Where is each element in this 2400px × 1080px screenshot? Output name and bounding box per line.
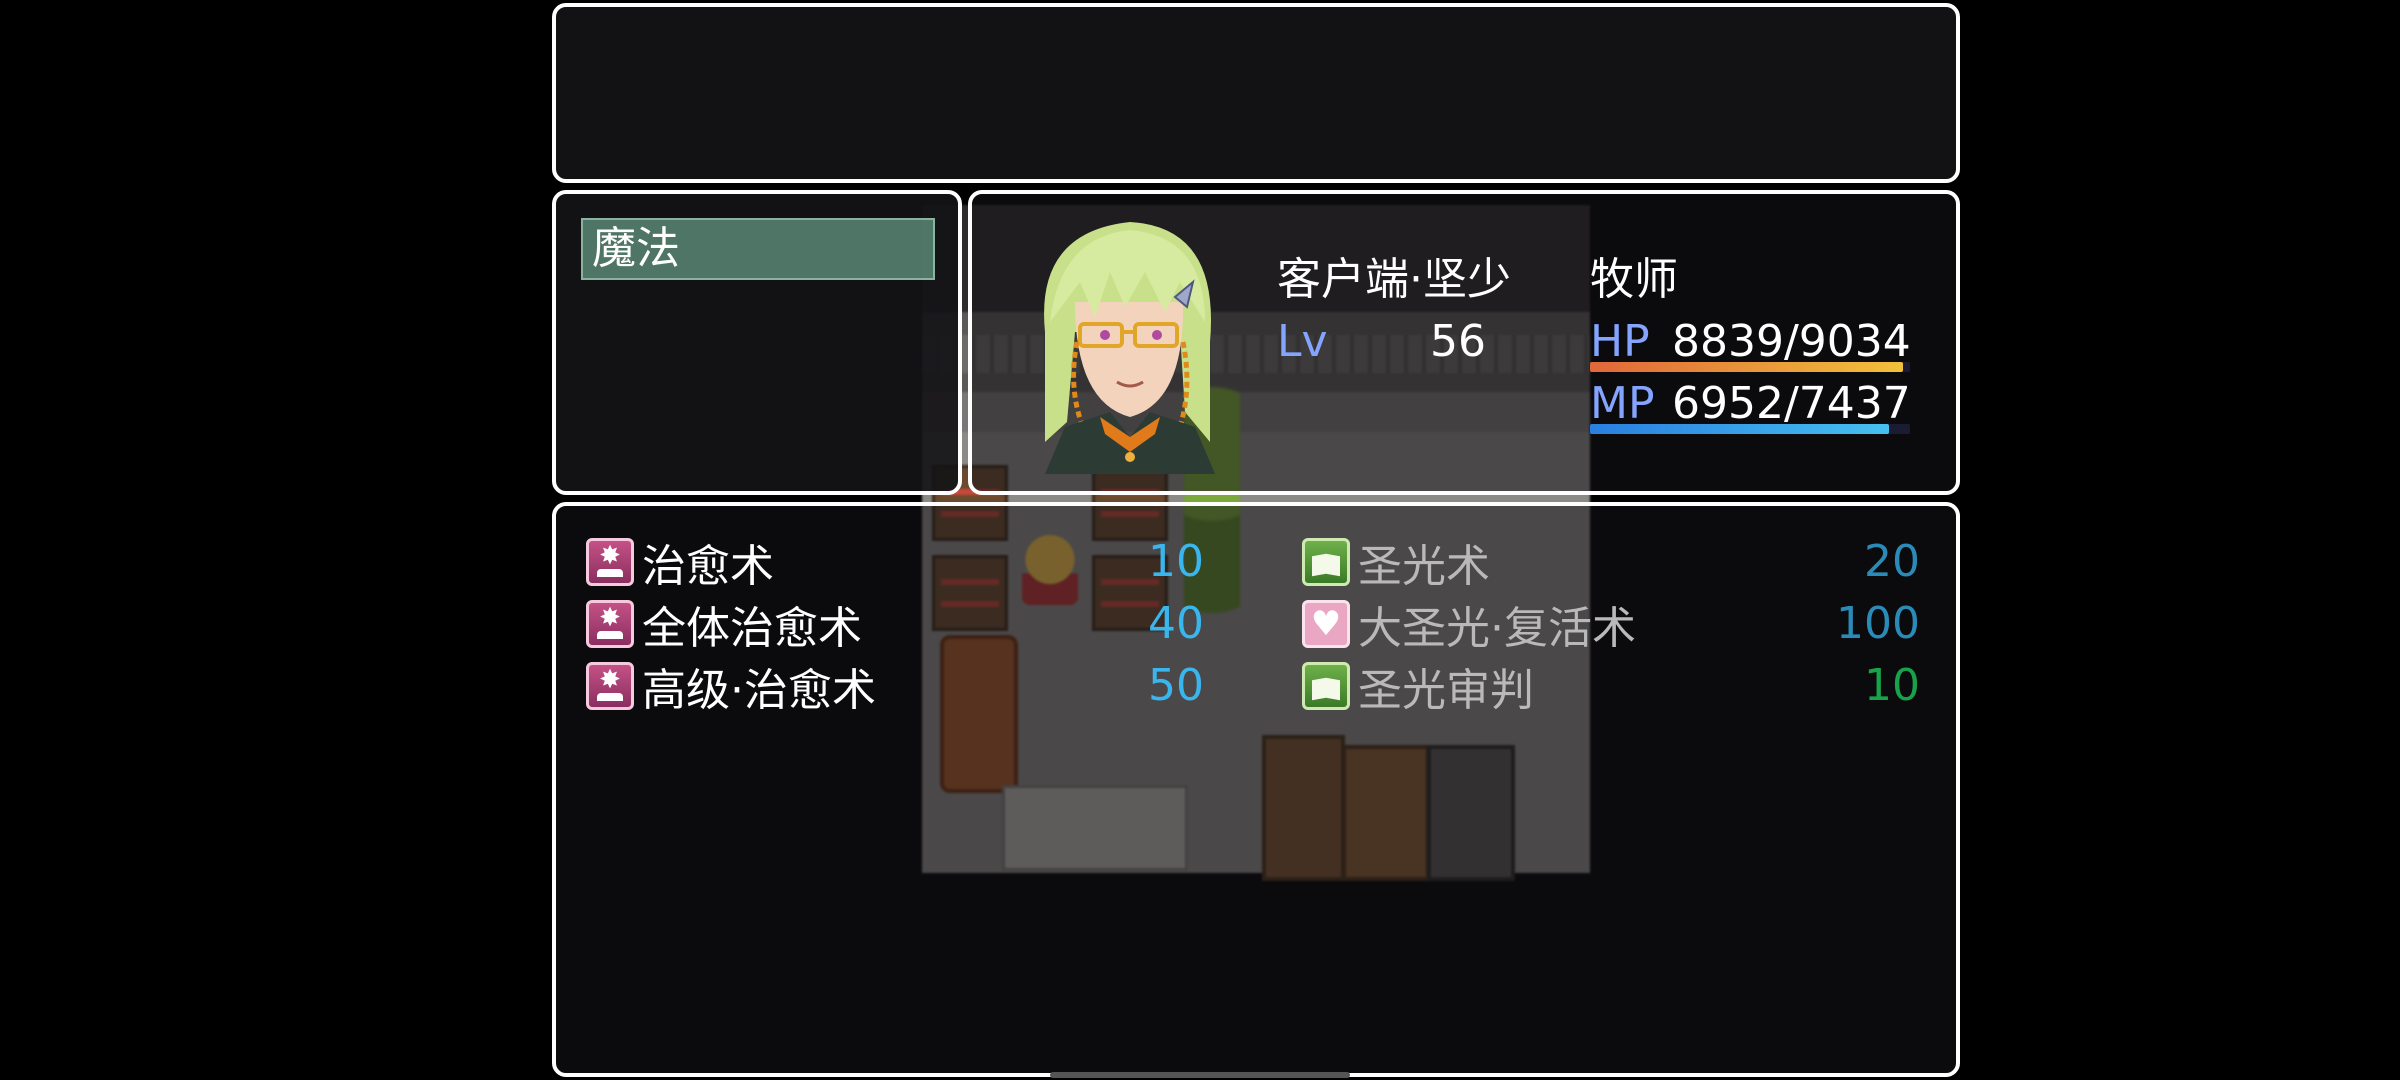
skill-cost: 20 xyxy=(1864,536,1920,587)
skill-item[interactable]: 治愈术 xyxy=(586,534,774,592)
skill-cost: 40 xyxy=(1148,598,1204,649)
skill-item[interactable]: 圣光术 xyxy=(1302,534,1490,592)
level-label: Lv xyxy=(1277,316,1328,367)
skill-name: 圣光术 xyxy=(1358,541,1490,592)
skill-cost: 100 xyxy=(1836,598,1920,649)
skill-name: 全体治愈术 xyxy=(642,603,862,654)
skill-cost: 10 xyxy=(1148,536,1204,587)
skill-item[interactable]: 全体治愈术 xyxy=(586,596,862,654)
mp-gauge-fill xyxy=(1590,424,1890,434)
scroll-indicator xyxy=(1050,1072,1350,1078)
skill-name: 高级·治愈术 xyxy=(642,665,876,716)
actor-name: 客户端·坚少 xyxy=(1277,254,1511,305)
skill-item[interactable]: 高级·治愈术 xyxy=(586,658,876,716)
skill-type-magic[interactable]: 魔法 xyxy=(592,218,680,280)
help-window xyxy=(552,3,1960,183)
heal-icon xyxy=(586,538,634,586)
skill-cost: 50 xyxy=(1148,660,1204,711)
skill-cost: 10 xyxy=(1864,660,1920,711)
heart-icon xyxy=(1302,600,1350,648)
actor-face-portrait xyxy=(1044,222,1215,474)
skill-name: 大圣光·复活术 xyxy=(1358,603,1636,654)
heal-icon xyxy=(586,662,634,710)
skill-name: 圣光审判 xyxy=(1358,665,1534,716)
skill-name: 治愈术 xyxy=(642,541,774,592)
skill-item[interactable]: 大圣光·复活术 xyxy=(1302,596,1636,654)
mp-gauge xyxy=(1590,424,1910,434)
heal-icon xyxy=(586,600,634,648)
hp-gauge xyxy=(1590,362,1910,372)
book-icon xyxy=(1302,538,1350,586)
actor-level: 56 xyxy=(1430,316,1486,367)
book-icon xyxy=(1302,662,1350,710)
actor-class: 牧师 xyxy=(1590,254,1678,305)
hp-gauge-fill xyxy=(1590,362,1903,372)
skill-item[interactable]: 圣光审判 xyxy=(1302,658,1534,716)
